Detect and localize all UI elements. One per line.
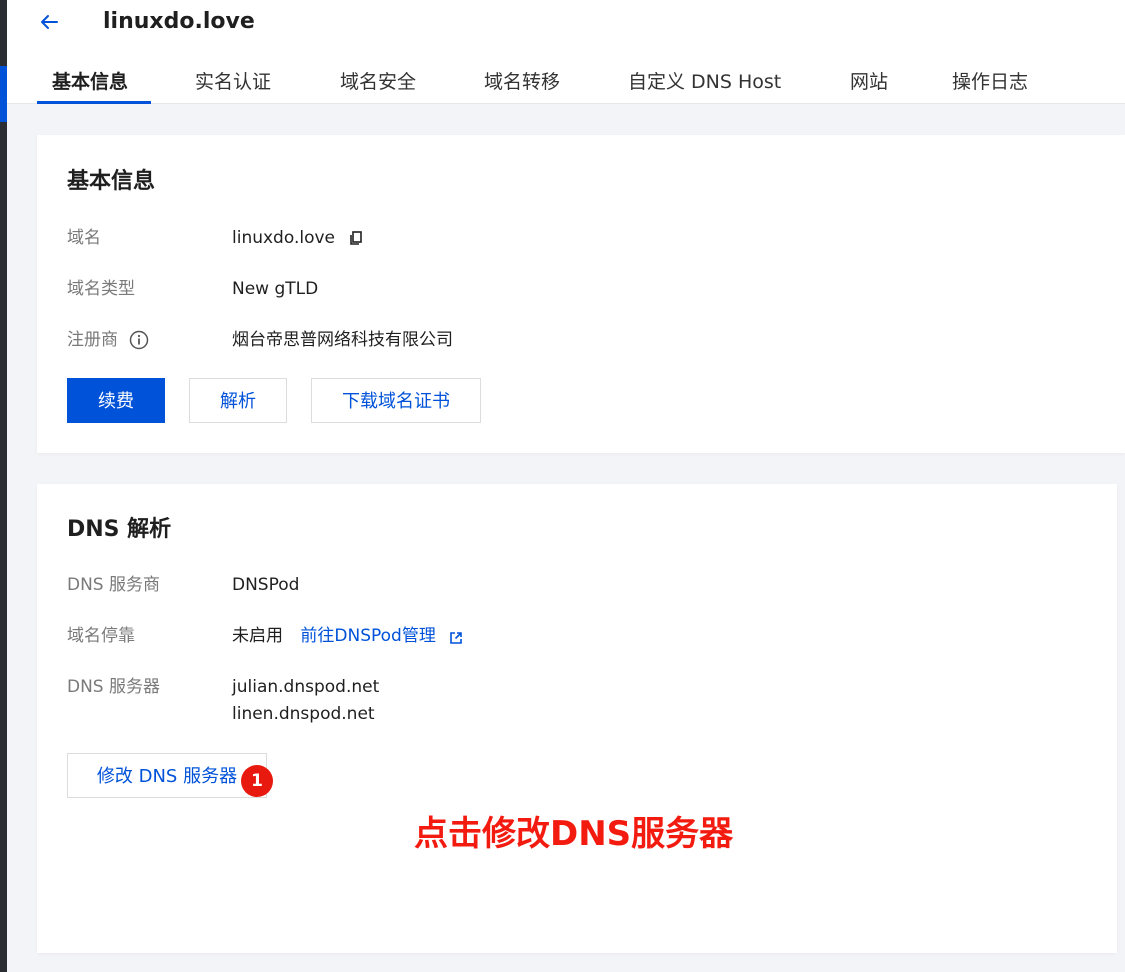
tab-basic-info[interactable]: 基本信息 — [52, 66, 128, 98]
arrow-left-icon[interactable] — [37, 10, 61, 34]
domain-parking-status: 未启用 — [232, 626, 283, 646]
external-link-icon[interactable] — [449, 629, 463, 644]
window-edge — [0, 0, 7, 972]
page-title: linuxdo.love — [103, 9, 255, 34]
dns-server-1: julian.dnspod.net — [232, 677, 380, 697]
dns-provider-value: DNSPod — [232, 575, 300, 595]
dns-provider-label: DNS 服务商 — [67, 575, 161, 595]
copy-icon[interactable] — [348, 230, 364, 246]
tab-domain-transfer[interactable]: 域名转移 — [484, 66, 560, 98]
dns-server-label: DNS 服务器 — [67, 677, 161, 697]
dns-server-2: linen.dnspod.net — [232, 704, 375, 724]
tab-domain-security[interactable]: 域名安全 — [340, 66, 416, 98]
active-tab-indicator — [37, 101, 151, 104]
domain-type-value: New gTLD — [232, 279, 319, 299]
tab-bar: 基本信息 实名认证 域名安全 域名转移 自定义 DNS Host 网站 操作日志 — [7, 66, 1125, 104]
renew-button[interactable]: 续费 — [67, 378, 165, 423]
domain-parking-label: 域名停靠 — [67, 626, 135, 646]
tab-website[interactable]: 网站 — [850, 66, 888, 98]
registrar-label-row: 注册商 — [67, 329, 149, 351]
domain-value-row: linuxdo.love — [232, 227, 364, 249]
download-cert-button[interactable]: 下载域名证书 — [311, 378, 481, 423]
dns-card: DNS 解析 DNS 服务商 DNSPod 域名停靠 未启用 前往DNSPod管… — [37, 484, 1117, 953]
step-marker: 1 — [241, 765, 273, 797]
domain-type-label: 域名类型 — [67, 279, 135, 299]
resolve-button[interactable]: 解析 — [189, 378, 287, 423]
registrar-value: 烟台帝思普网络科技有限公司 — [232, 330, 453, 350]
domain-label: 域名 — [67, 228, 101, 248]
tab-real-name[interactable]: 实名认证 — [195, 66, 271, 98]
modify-dns-button[interactable]: 修改 DNS 服务器 — [67, 753, 267, 798]
domain-value: linuxdo.love — [232, 228, 335, 248]
tab-operation-log[interactable]: 操作日志 — [952, 66, 1028, 98]
info-icon[interactable] — [129, 330, 149, 350]
dns-title: DNS 解析 — [67, 517, 172, 542]
basic-info-title: 基本信息 — [67, 169, 156, 194]
instruction-annotation: 点击修改DNS服务器 — [414, 814, 734, 854]
window-edge-accent — [0, 66, 7, 122]
dnspod-manage-link[interactable]: 前往DNSPod管理 — [300, 626, 435, 646]
top-bar: linuxdo.love 基本信息 实名认证 域名安全 域名转移 自定义 DNS… — [7, 0, 1125, 104]
registrar-label: 注册商 — [67, 330, 118, 350]
domain-parking-row: 未启用 前往DNSPod管理 — [232, 625, 463, 647]
basic-info-card: 基本信息 域名 linuxdo.love 域名类型 New gTLD 注册商 烟… — [37, 135, 1125, 453]
tab-custom-dns-host[interactable]: 自定义 DNS Host — [628, 66, 781, 98]
